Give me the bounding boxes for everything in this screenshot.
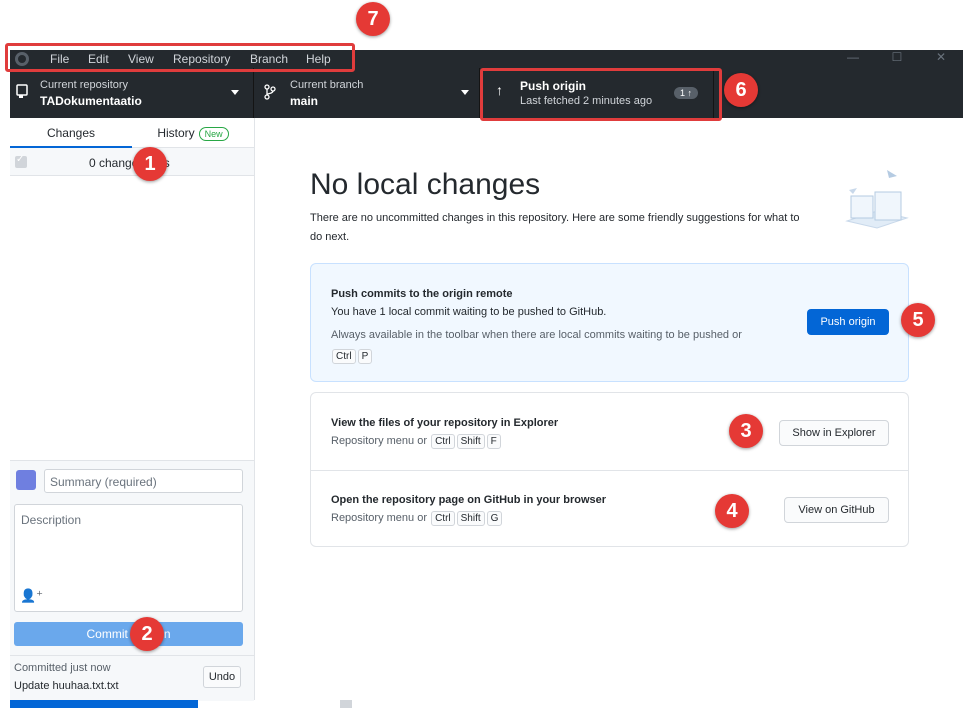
repo-label: Current repository: [40, 79, 129, 91]
push-origin-button[interactable]: Push origin: [807, 309, 889, 335]
kbd-ctrl: Ctrl: [431, 511, 455, 526]
add-coauthor-icon[interactable]: 👤⁺: [20, 588, 43, 604]
annotation-badge-6: 6: [724, 73, 758, 107]
current-branch-button[interactable]: Current branch main: [254, 68, 480, 118]
push-card-line: You have 1 local commit waiting to be pu…: [331, 306, 607, 318]
branch-icon: [264, 84, 276, 100]
push-card-hint: Always available in the toolbar when the…: [331, 329, 742, 341]
description-input[interactable]: Description: [14, 504, 243, 612]
current-repository-button[interactable]: Current repository TADokumentaatio: [10, 68, 254, 118]
card-divider: [311, 470, 908, 471]
view-on-github-button[interactable]: View on GitHub: [784, 497, 889, 523]
commit-button[interactable]: Commit to main: [14, 622, 243, 646]
tab-changes[interactable]: Changes: [10, 118, 132, 148]
annotation-badge-4: 4: [715, 494, 749, 528]
scrollbar-segment: [340, 700, 352, 708]
summary-input[interactable]: Summary (required): [44, 469, 243, 493]
select-all-checkbox[interactable]: [15, 154, 27, 168]
changes-header: 0 changed files: [10, 148, 254, 176]
chevron-down-icon: [231, 90, 239, 95]
avatar: [16, 470, 36, 490]
branch-label: Current branch: [290, 79, 364, 91]
tab-history[interactable]: History New: [132, 118, 254, 148]
github-hint-text: Repository menu or: [331, 512, 427, 524]
page-description: There are no uncommitted changes in this…: [310, 212, 800, 243]
minimize-icon[interactable]: —: [838, 50, 868, 64]
annotation-badge-3: 3: [729, 414, 763, 448]
page-title: No local changes: [310, 168, 541, 201]
github-card-title: Open the repository page on GitHub in yo…: [331, 494, 607, 506]
sidebar: Changes HistoryNew 0 changed files Summa…: [10, 118, 255, 701]
tab-history-label: History: [157, 126, 195, 140]
show-in-explorer-button[interactable]: Show in Explorer: [779, 420, 889, 446]
kbd-f: F: [486, 434, 501, 449]
push-commits-card: Push commits to the origin remote You ha…: [310, 263, 909, 382]
main-content: No local changes There are no uncommitte…: [255, 118, 963, 700]
push-card-title: Push commits to the origin remote: [331, 288, 513, 300]
explorer-card-title: View the files of your repository in Exp…: [331, 417, 559, 429]
github-card-hint: Repository menu or Ctrl Shift G: [331, 511, 503, 526]
repository-icon: [16, 84, 28, 98]
tab-changes-label: Changes: [46, 126, 96, 140]
annotation-badge-7: 7: [356, 2, 390, 36]
annotation-badge-2: 2: [130, 617, 164, 651]
kbd-g: G: [486, 511, 503, 526]
annotation-box-push: [480, 68, 722, 121]
last-commit-panel: Committed just now Update huuhaa.txt.txt…: [10, 655, 254, 701]
kbd-shift: Shift: [456, 434, 485, 449]
close-icon[interactable]: ✕: [926, 50, 956, 64]
suggestions-card: View the files of your repository in Exp…: [310, 392, 909, 547]
branch-value: main: [290, 94, 319, 108]
commit-form: Summary (required) Description 👤⁺ Commit…: [10, 460, 254, 701]
push-card-shortcut: Ctrl P: [331, 346, 373, 364]
kbd-p: P: [357, 349, 373, 364]
kbd-ctrl: Ctrl: [332, 349, 356, 364]
empty-state-illustration-icon: [845, 170, 909, 229]
maximize-icon[interactable]: ☐: [882, 50, 912, 64]
repo-value: TADokumentaatio: [40, 94, 142, 108]
last-commit-message: Update huuhaa.txt.txt: [14, 680, 119, 692]
annotation-badge-1: 1: [133, 147, 167, 181]
kbd-ctrl: Ctrl: [431, 434, 455, 449]
last-commit-time: Committed just now: [14, 662, 111, 674]
chevron-down-icon: [461, 90, 469, 95]
new-badge: New: [198, 126, 229, 141]
annotation-box-menu: [5, 43, 355, 72]
explorer-card-hint: Repository menu or Ctrl Shift F: [331, 434, 502, 449]
explorer-hint-text: Repository menu or: [331, 435, 427, 447]
annotation-badge-5: 5: [901, 303, 935, 337]
taskbar-segment: [10, 700, 198, 708]
kbd-shift: Shift: [456, 511, 485, 526]
undo-button[interactable]: Undo: [203, 666, 241, 688]
sidebar-tabs: Changes History New: [10, 118, 254, 148]
